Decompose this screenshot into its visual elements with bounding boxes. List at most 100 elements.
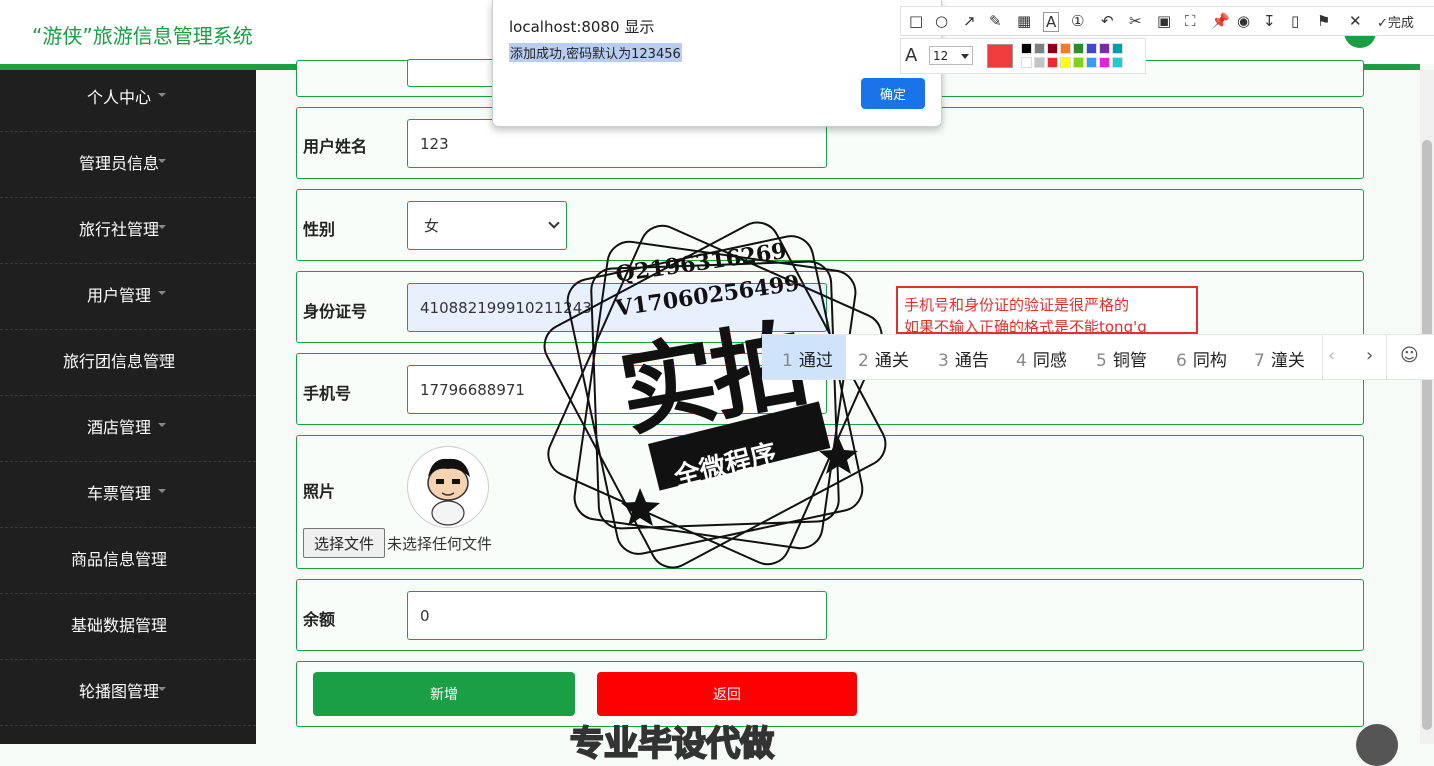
add-button[interactable]: 新增 — [313, 672, 575, 716]
sidebar-item-label: 酒店管理 — [86, 418, 151, 437]
balance-input[interactable]: 0 — [407, 591, 827, 640]
rectangle-icon[interactable]: □ — [909, 12, 923, 30]
mosaic-icon[interactable]: ▦ — [1017, 12, 1031, 30]
color-swatch[interactable] — [1021, 57, 1032, 68]
color-swatch[interactable] — [1047, 57, 1058, 68]
name-label: 用户姓名 — [303, 137, 368, 156]
ime-candidate[interactable]: 3 通告 — [938, 346, 989, 371]
sidebar-item-goods[interactable]: 商品信息管理 — [0, 528, 256, 594]
color-swatch[interactable] — [1099, 57, 1110, 68]
form-row-balance: 余额 0 — [296, 579, 1364, 651]
text-tool-icon[interactable]: A — [1043, 12, 1060, 32]
color-swatch[interactable] — [1086, 57, 1097, 68]
ocr-icon[interactable]: ▣ — [1157, 12, 1171, 30]
finish-label: 完成 — [1387, 16, 1414, 31]
chevron-down-icon — [158, 93, 166, 97]
font-size-value: 12 — [933, 49, 949, 63]
dialog-title: localhost:8080 显示 — [509, 18, 655, 36]
pin-icon[interactable]: 📌 — [1211, 12, 1230, 30]
scrollbar-thumb[interactable] — [1422, 140, 1432, 730]
ime-divider — [1386, 335, 1387, 379]
sidebar-item-label: 旅行团信息管理 — [62, 352, 175, 371]
sidebar-item-tickets[interactable]: 车票管理 — [0, 462, 256, 528]
candidate-number: 2 — [858, 351, 869, 371]
sidebar-item-travel-agency[interactable]: 旅行社管理 — [0, 198, 256, 264]
ime-candidate[interactable]: 6 同构 — [1176, 346, 1227, 371]
floating-action-button[interactable] — [1356, 724, 1398, 766]
color-swatch[interactable] — [1086, 43, 1097, 54]
number-marker-icon[interactable]: ① — [1071, 12, 1084, 30]
color-swatch[interactable] — [1112, 43, 1123, 54]
sidebar-item-admin-info[interactable]: 管理员信息 — [0, 132, 256, 198]
text-style-toolbar: A 12 — [900, 38, 1146, 74]
chevron-down-icon — [961, 54, 969, 59]
sidebar-item-carousel[interactable]: 轮播图管理 — [0, 660, 256, 726]
alert-dialog: localhost:8080 显示 添加成功,密码默认为123456 确定 — [492, 0, 942, 127]
chevron-down-icon — [158, 489, 166, 493]
scissors-icon[interactable]: ✂ — [1129, 12, 1142, 30]
ime-emoji-icon[interactable]: ☺ — [1400, 345, 1419, 366]
bookmark-icon[interactable]: ⚑ — [1317, 12, 1330, 30]
photo-label: 照片 — [303, 482, 336, 501]
color-swatch[interactable] — [1099, 43, 1110, 54]
record-icon[interactable]: ◉ — [1237, 12, 1250, 30]
photo-preview — [407, 446, 489, 528]
color-swatch[interactable] — [1112, 57, 1123, 68]
ime-candidate[interactable]: 5 铜管 — [1096, 346, 1147, 371]
candidate-word: 通告 — [954, 351, 989, 371]
candidate-word: 通过 — [798, 351, 833, 371]
sidebar-item-tour-groups[interactable]: 旅行团信息管理 — [0, 330, 256, 396]
capture-toolbar: □ ○ ↗ ✎ ▦ A ① ↶ ✂ ▣ ⛶ 📌 ◉ ↧ ▯ ⚑ ✕ ✓完成 — [900, 6, 1434, 36]
candidate-number: 7 — [1254, 351, 1265, 371]
arrow-icon[interactable]: ↗ — [963, 12, 976, 30]
finish-button[interactable]: ✓完成 — [1377, 12, 1414, 31]
chevron-down-icon — [158, 291, 166, 295]
ellipse-icon[interactable]: ○ — [935, 12, 948, 30]
form-row-actions: 新增 返回 — [296, 661, 1364, 727]
phone-label: 手机号 — [303, 384, 352, 403]
current-color-swatch[interactable] — [987, 44, 1013, 68]
close-icon[interactable]: ✕ — [1349, 12, 1362, 30]
ime-candidate[interactable]: 7 潼关 — [1254, 346, 1305, 371]
candidate-word: 通关 — [874, 351, 909, 371]
back-button[interactable]: 返回 — [597, 672, 857, 716]
dialog-ok-button[interactable]: 确定 — [861, 78, 925, 109]
id-label: 身份证号 — [303, 302, 368, 321]
sidebar-item-label: 基础数据管理 — [70, 616, 167, 635]
sidebar: 个人中心 管理员信息 旅行社管理 用户管理 旅行团信息管理 酒店管理 车票管理 … — [0, 70, 256, 744]
font-icon: A — [905, 45, 918, 66]
dialog-message: 添加成功,密码默认为123456 — [509, 43, 682, 62]
sidebar-item-label: 用户管理 — [86, 286, 151, 305]
sidebar-item-label: 车票管理 — [86, 484, 151, 503]
ime-candidate[interactable]: 4 同感 — [1016, 346, 1067, 371]
color-swatch[interactable] — [1073, 43, 1084, 54]
ime-candidate[interactable]: 2 通关 — [858, 346, 909, 371]
undo-icon[interactable]: ↶ — [1101, 12, 1114, 30]
ime-prev-icon[interactable]: ‹ — [1328, 345, 1335, 366]
pen-icon[interactable]: ✎ — [989, 12, 1002, 30]
color-swatch[interactable] — [1060, 43, 1071, 54]
gender-value: 女 — [424, 217, 440, 235]
color-swatch[interactable] — [1060, 57, 1071, 68]
download-icon[interactable]: ↧ — [1263, 12, 1276, 30]
cartoon-avatar-icon — [427, 458, 470, 526]
color-swatch[interactable] — [1034, 43, 1045, 54]
choose-file-button[interactable]: 选择文件 — [303, 528, 385, 558]
watermark-bottom-text: 专业毕设代做 — [569, 723, 775, 765]
color-swatch[interactable] — [1021, 43, 1032, 54]
candidate-number: 3 — [938, 351, 949, 371]
sidebar-item-base-data[interactable]: 基础数据管理 — [0, 594, 256, 660]
color-swatch[interactable] — [1073, 57, 1084, 68]
ime-next-icon[interactable]: › — [1366, 345, 1373, 366]
long-capture-icon[interactable]: ⛶ — [1185, 12, 1196, 30]
color-swatch[interactable] — [1047, 43, 1058, 54]
ime-candidate[interactable]: 1 通过 — [782, 346, 833, 371]
sidebar-item-personal-center[interactable]: 个人中心 — [0, 66, 256, 132]
color-swatch[interactable] — [1034, 57, 1045, 68]
sidebar-item-hotels[interactable]: 酒店管理 — [0, 396, 256, 462]
chevron-down-icon — [158, 423, 166, 427]
phone-icon[interactable]: ▯ — [1291, 12, 1299, 30]
candidate-number: 4 — [1016, 351, 1027, 371]
chevron-down-icon — [158, 621, 166, 625]
sidebar-item-users[interactable]: 用户管理 — [0, 264, 256, 330]
